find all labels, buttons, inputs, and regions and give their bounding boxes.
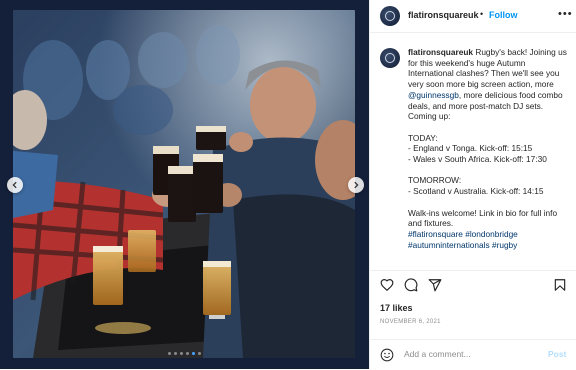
mention-link[interactable]: @guinnessgb xyxy=(408,90,459,100)
chevron-right-icon xyxy=(354,181,359,189)
fixture-item: - Scotland v Australia. Kick-off: 14:15 xyxy=(408,186,544,197)
carousel-dot xyxy=(198,352,201,355)
share-button[interactable] xyxy=(428,278,442,292)
like-button[interactable] xyxy=(380,278,394,292)
tomorrow-heading: TOMORROW: xyxy=(408,175,462,186)
header-separator: • xyxy=(480,9,484,19)
pub-photo-image xyxy=(13,10,355,358)
post-media xyxy=(0,0,369,369)
post-comment-button[interactable]: Post xyxy=(548,349,566,359)
chevron-left-icon xyxy=(12,181,17,189)
post-date[interactable]: NOVEMBER 6, 2021 xyxy=(380,319,441,325)
caption-username[interactable]: flatironsquareuk xyxy=(408,47,473,57)
carousel-dot xyxy=(186,352,189,355)
post-caption: flatironsquareuk Rugby's back! Joining u… xyxy=(408,47,572,250)
carousel-dot xyxy=(168,352,171,355)
walkins-text: Walk-ins welcome! Link in bio for full i… xyxy=(408,207,558,229)
fixture-item: - Wales v South Africa. Kick-off: 17:30 xyxy=(408,154,547,165)
comment-input[interactable] xyxy=(404,349,534,359)
hashtag-link[interactable]: #rugby xyxy=(492,240,517,250)
carousel-dot xyxy=(192,352,195,355)
heart-icon xyxy=(380,279,394,292)
carousel-dot xyxy=(180,352,183,355)
comment-icon xyxy=(404,278,418,292)
carousel-indicator xyxy=(0,352,369,355)
avatar[interactable] xyxy=(380,6,400,26)
carousel-dot xyxy=(174,352,177,355)
caption-avatar[interactable] xyxy=(380,48,400,68)
hashtag-link[interactable]: #flatironsquare xyxy=(408,229,463,239)
hashtag-link[interactable]: #londonbridge xyxy=(465,229,518,239)
carousel-prev-button[interactable] xyxy=(7,177,23,193)
more-options-button[interactable]: ••• xyxy=(558,8,573,20)
save-button[interactable] xyxy=(553,278,567,292)
comment-button[interactable] xyxy=(404,278,418,292)
emoji-button[interactable] xyxy=(380,348,394,362)
share-icon xyxy=(428,279,442,292)
bookmark-icon xyxy=(554,279,566,291)
post-sidebar: flatironsquareuk • Follow ••• flatironsq… xyxy=(369,0,576,369)
action-bar xyxy=(370,270,576,301)
comment-bar: Post xyxy=(370,339,576,370)
follow-button[interactable]: Follow xyxy=(489,10,518,20)
hashtag-link[interactable]: #autumninternationals xyxy=(408,240,490,250)
post-header: flatironsquareuk • Follow ••• xyxy=(370,0,576,33)
smiley-icon xyxy=(380,348,394,362)
today-heading: TODAY: xyxy=(408,132,438,143)
instagram-post: flatironsquareuk • Follow ••• flatironsq… xyxy=(0,0,576,369)
carousel-next-button[interactable] xyxy=(348,177,364,193)
likes-count[interactable]: 17 likes xyxy=(380,303,413,313)
post-photo[interactable] xyxy=(13,10,355,358)
header-username[interactable]: flatironsquareuk xyxy=(408,10,479,20)
fixture-item: - England v Tonga. Kick-off: 15:15 xyxy=(408,143,533,154)
